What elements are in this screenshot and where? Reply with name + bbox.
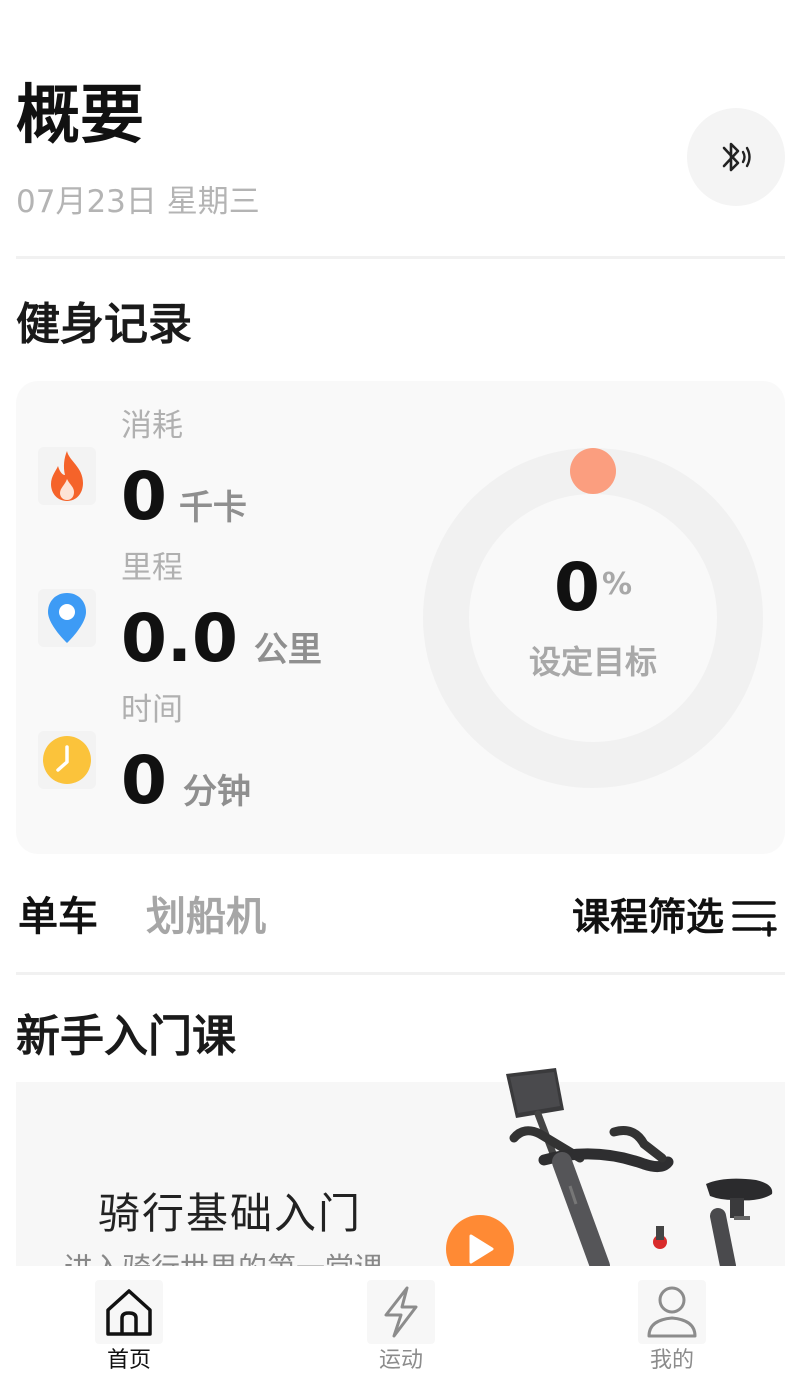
page-title: 概要 <box>16 79 144 153</box>
calories-unit: 千卡 <box>178 488 247 528</box>
goal-ring[interactable]: 0 % 设定目标 <box>422 447 764 789</box>
nav-exercise[interactable]: 运动 <box>341 1280 461 1376</box>
calories-label: 消耗 <box>121 408 183 444</box>
tabs-divider <box>16 972 785 975</box>
date-label: 07月23日 星期三 <box>16 184 260 220</box>
tab-bike[interactable]: 单车 <box>18 893 98 941</box>
calories-number: 0 <box>121 458 167 535</box>
flame-icon <box>38 447 96 505</box>
distance-unit: 公里 <box>253 630 322 670</box>
header-divider <box>16 256 785 259</box>
time-unit: 分钟 <box>182 772 251 812</box>
time-value: 0 分钟 <box>121 745 251 817</box>
goal-percent-sign: % <box>601 567 632 602</box>
bottom-nav: 首页 运动 我的 <box>0 1266 797 1380</box>
fitness-stats-card: 消耗 0 千卡 里程 0.0 公里 时间 0 分钟 0 % 设定目标 <box>16 381 785 854</box>
clock-icon <box>38 731 96 789</box>
bluetooth-icon <box>722 142 751 172</box>
nav-home[interactable]: 首页 <box>69 1280 189 1376</box>
fitness-record-title: 健身记录 <box>16 299 192 350</box>
goal-percent: 0 % <box>554 553 632 623</box>
lightning-icon <box>367 1280 435 1344</box>
distance-number: 0.0 <box>121 600 238 677</box>
course-title: 骑行基础入门 <box>98 1189 363 1238</box>
location-pin-icon <box>38 589 96 647</box>
nav-profile-label: 我的 <box>649 1348 694 1373</box>
user-icon <box>638 1280 706 1344</box>
bluetooth-button[interactable] <box>687 108 785 206</box>
nav-exercise-label: 运动 <box>378 1348 423 1373</box>
set-goal-label[interactable]: 设定目标 <box>529 637 657 683</box>
goal-percent-number: 0 <box>554 549 600 626</box>
tab-rowing-machine[interactable]: 划船机 <box>146 893 266 941</box>
distance-label: 里程 <box>121 550 183 586</box>
exercise-bike-image <box>506 1068 773 1266</box>
nav-profile[interactable]: 我的 <box>612 1280 732 1376</box>
filter-list-icon <box>732 901 777 937</box>
goal-center: 0 % 设定目标 <box>422 447 764 789</box>
distance-value: 0.0 公里 <box>121 603 322 675</box>
home-icon <box>95 1280 163 1344</box>
course-filter-label: 课程筛选 <box>572 895 725 939</box>
calories-value: 0 千卡 <box>121 461 247 533</box>
beginner-course-title: 新手入门课 <box>16 1011 236 1062</box>
course-filter-button[interactable]: 课程筛选 <box>572 893 778 941</box>
nav-home-label: 首页 <box>106 1348 151 1373</box>
time-number: 0 <box>121 742 167 819</box>
time-label: 时间 <box>121 692 183 728</box>
